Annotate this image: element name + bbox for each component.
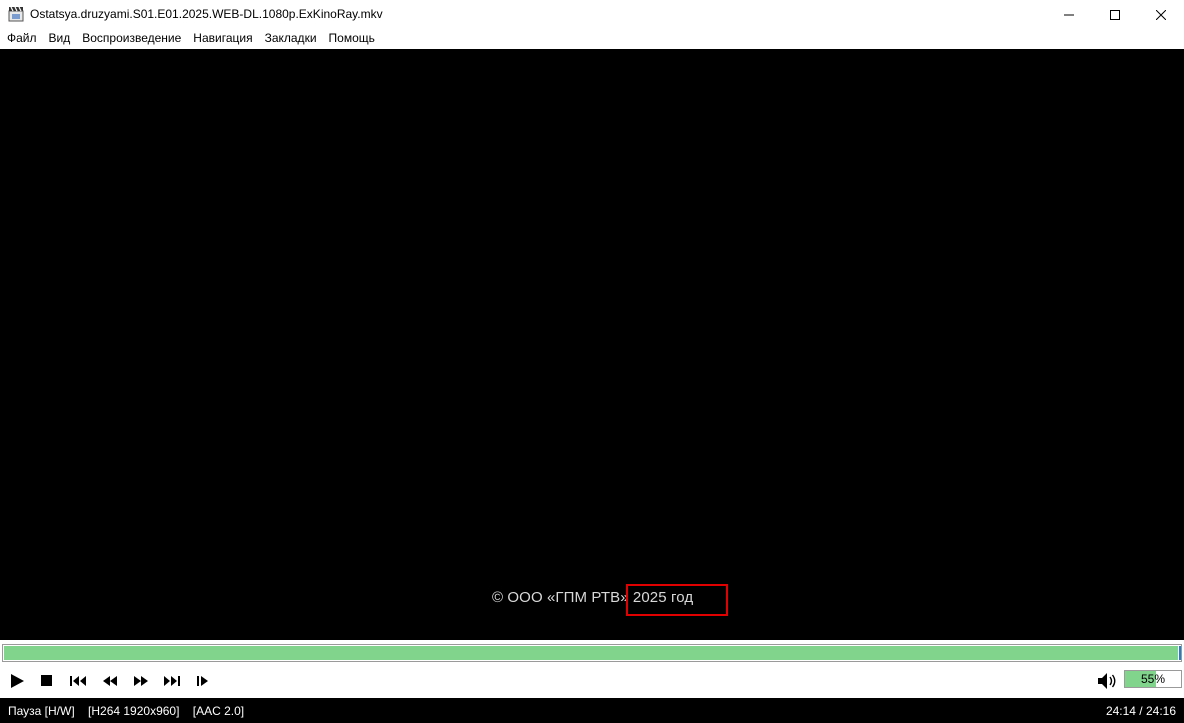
mute-button[interactable]	[1094, 668, 1120, 694]
menu-help[interactable]: Помощь	[323, 29, 381, 48]
seek-handle[interactable]	[1179, 646, 1181, 660]
status-info: Пауза [H/W] [H264 1920x960] [AAC 2.0]	[8, 704, 254, 718]
close-icon	[1156, 9, 1166, 20]
playback-state: Пауза [H/W]	[8, 704, 75, 718]
volume-slider[interactable]: 55%	[1124, 670, 1182, 688]
caption-copyright: © ООО «ГПМ РТВ»	[492, 589, 629, 606]
film-clapper-icon	[8, 6, 24, 22]
audio-codec-info: [AAC 2.0]	[192, 704, 245, 718]
speaker-icon	[1098, 673, 1116, 689]
close-button[interactable]	[1138, 0, 1184, 29]
menu-bar: Файл Вид Воспроизведение Навигация Закла…	[0, 29, 1184, 48]
status-bar: Пауза [H/W] [H264 1920x960] [AAC 2.0] 24…	[0, 698, 1184, 723]
time-display: 24:14 / 24:16	[1105, 704, 1176, 718]
rewind-button[interactable]	[98, 668, 122, 694]
stop-icon	[41, 675, 52, 686]
video-area[interactable]: © ООО «ГПМ РТВ» 2025 год	[0, 49, 1184, 640]
menu-playback[interactable]: Воспроизведение	[76, 29, 187, 48]
play-button[interactable]	[6, 668, 28, 694]
skip-previous-button[interactable]	[66, 668, 90, 694]
fast-forward-icon	[134, 676, 148, 686]
maximize-button[interactable]	[1092, 0, 1138, 29]
skip-next-icon	[164, 676, 180, 686]
title-bar[interactable]: Ostatsya.druzyami.S01.E01.2025.WEB-DL.10…	[0, 0, 1184, 29]
stop-button[interactable]	[36, 668, 58, 694]
skip-next-button[interactable]	[160, 668, 184, 694]
seek-progress	[4, 646, 1178, 660]
frame-step-button[interactable]	[192, 668, 214, 694]
seek-area	[0, 640, 1184, 664]
minimize-button[interactable]	[1046, 0, 1092, 29]
menu-navigation[interactable]: Навигация	[187, 29, 258, 48]
skip-previous-icon	[70, 676, 86, 686]
seek-bar[interactable]	[2, 644, 1182, 662]
menu-file[interactable]: Файл	[1, 29, 43, 48]
rewind-icon	[103, 676, 117, 686]
volume-label: 55%	[1140, 672, 1166, 686]
play-icon	[11, 674, 24, 688]
highlight-box	[626, 584, 728, 616]
control-bar: 55%	[0, 664, 1184, 698]
menu-view[interactable]: Вид	[43, 29, 77, 48]
frame-step-icon	[197, 676, 208, 686]
video-codec-info: [H264 1920x960]	[88, 704, 180, 718]
menu-bookmarks[interactable]: Закладки	[259, 29, 323, 48]
fast-forward-button[interactable]	[129, 668, 153, 694]
maximize-icon	[1110, 9, 1120, 20]
minimize-icon	[1064, 14, 1074, 15]
window-title: Ostatsya.druzyami.S01.E01.2025.WEB-DL.10…	[30, 7, 383, 21]
